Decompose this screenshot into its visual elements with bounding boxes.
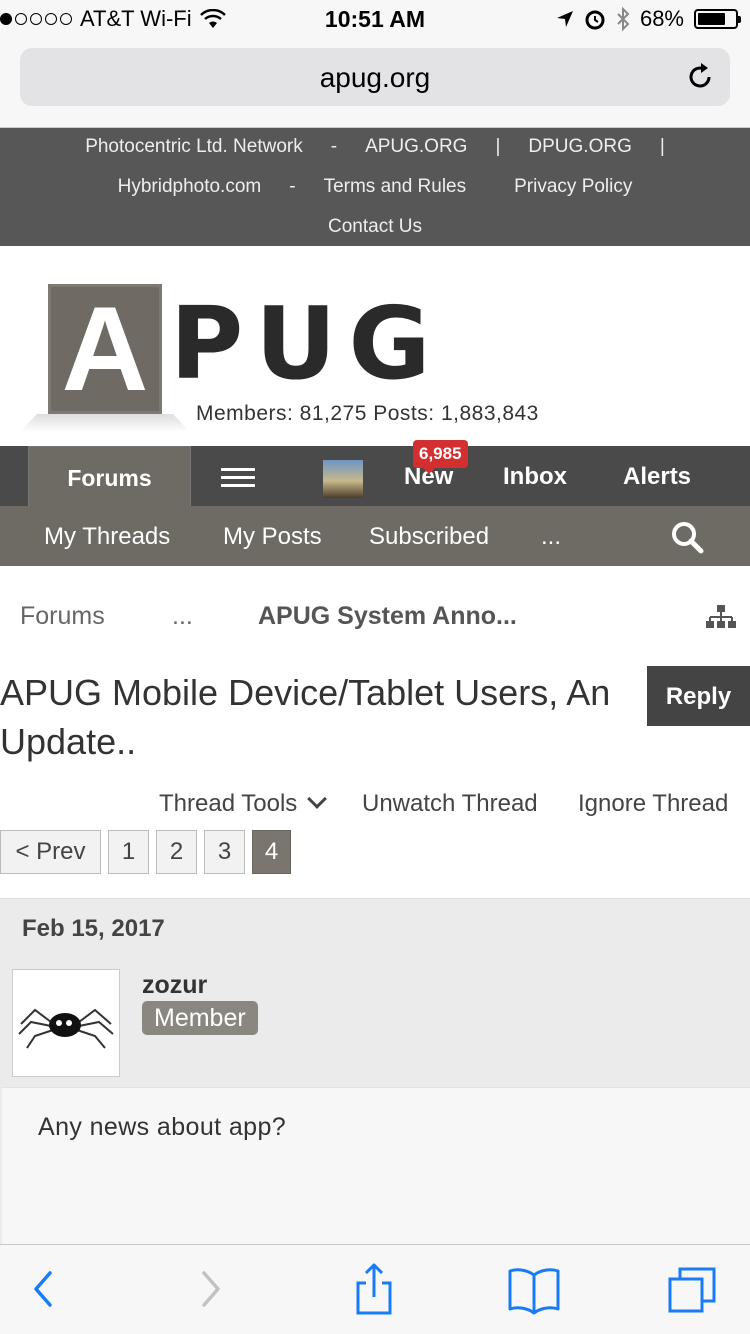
menu-icon[interactable] [221,468,255,488]
post-date[interactable]: Feb 15, 2017 [22,915,165,943]
new-count-badge: 6,985 [413,440,468,474]
prev-page-button[interactable]: < Prev [0,830,101,874]
breadcrumb-forums[interactable]: Forums [20,602,105,631]
post: Feb 15, 2017 zozur Member Any news about… [0,898,750,1249]
my-threads-link[interactable]: My Threads [44,506,170,568]
current-page-button[interactable]: 4 [252,830,291,874]
battery-percent: 68% [639,6,684,31]
network-link-hybridphoto[interactable]: Hybridphoto.com [118,176,262,198]
user-role-badge: Member [142,1001,258,1035]
logo-letter: A [61,282,149,416]
bluetooth-icon [617,7,630,31]
browser-address-area: apug.org [0,40,750,128]
post-message: Any news about app? [38,1113,287,1141]
nav-separator: | [495,136,501,157]
page-button[interactable]: 3 [204,830,245,874]
terms-link[interactable]: Terms and Rules [324,176,467,198]
sub-nav: My Threads My Posts Subscribed ... [0,506,750,566]
network-link-photocentric[interactable]: Photocentric Ltd. Network [85,136,303,158]
user-avatar-thumb[interactable] [323,460,363,498]
post-body [2,1087,750,1249]
forward-icon[interactable] [182,1261,238,1317]
url-text: apug.org [319,62,431,93]
network-link-apug[interactable]: APUG.ORG [365,136,467,158]
network-link-dpug[interactable]: DPUG.ORG [528,136,631,158]
browser-toolbar [0,1244,750,1334]
main-nav: Forums New Inbox Alerts [0,446,750,506]
pagination: < Prev 1 2 3 4 [0,830,291,874]
page-button[interactable]: 2 [156,830,197,874]
tab-alerts[interactable]: Alerts [623,446,691,508]
address-bar[interactable]: apug.org [20,48,730,106]
network-nav: Photocentric Ltd. Network - APUG.ORG | D… [0,128,750,246]
status-right: 68% [556,6,741,32]
avatar[interactable] [12,969,120,1077]
privacy-link[interactable]: Privacy Policy [514,176,632,198]
my-posts-link[interactable]: My Posts [223,506,322,568]
status-bar: AT&T Wi-Fi 10:51 AM 68% [0,0,750,40]
battery-icon [694,9,741,29]
logo-text: PUG [170,285,443,402]
sitemap-icon[interactable] [706,604,736,630]
page-button[interactable]: 1 [108,830,149,874]
chevron-down-icon [307,789,327,809]
site-stats: Members: 81,275 Posts: 1,883,843 [196,402,539,425]
post-username[interactable]: zozur [142,971,207,1000]
thread-tools-label: Thread Tools [159,790,298,817]
more-link[interactable]: ... [541,506,561,568]
thread-tools-menu[interactable]: Thread Tools [159,789,327,818]
breadcrumb-ellipsis[interactable]: ... [172,602,193,631]
ignore-thread-link[interactable]: Ignore Thread [578,790,728,818]
share-icon[interactable] [346,1261,402,1317]
bookmarks-icon[interactable] [506,1261,562,1317]
unwatch-thread-link[interactable]: Unwatch Thread [362,790,538,818]
back-icon[interactable] [16,1261,72,1317]
alarm-clock-icon [585,10,605,30]
nav-separator: - [330,136,338,157]
tabs-icon[interactable] [664,1261,720,1317]
reply-button[interactable]: Reply [647,666,750,726]
location-arrow-icon [556,11,573,27]
nav-separator: | [659,136,665,157]
reload-icon[interactable] [684,61,716,93]
thread-title: APUG Mobile Device/Tablet Users, An Upda… [0,672,611,762]
search-icon[interactable] [670,520,704,554]
spider-avatar-icon [18,1008,114,1049]
tab-forums[interactable]: Forums [28,446,191,506]
tab-inbox[interactable]: Inbox [503,446,567,508]
subscribed-link[interactable]: Subscribed [369,506,489,568]
nav-separator: - [289,176,296,197]
breadcrumb: Forums ... APUG System Anno... [0,596,750,640]
breadcrumb-current[interactable]: APUG System Anno... [258,602,517,631]
contact-link[interactable]: Contact Us [328,216,422,238]
